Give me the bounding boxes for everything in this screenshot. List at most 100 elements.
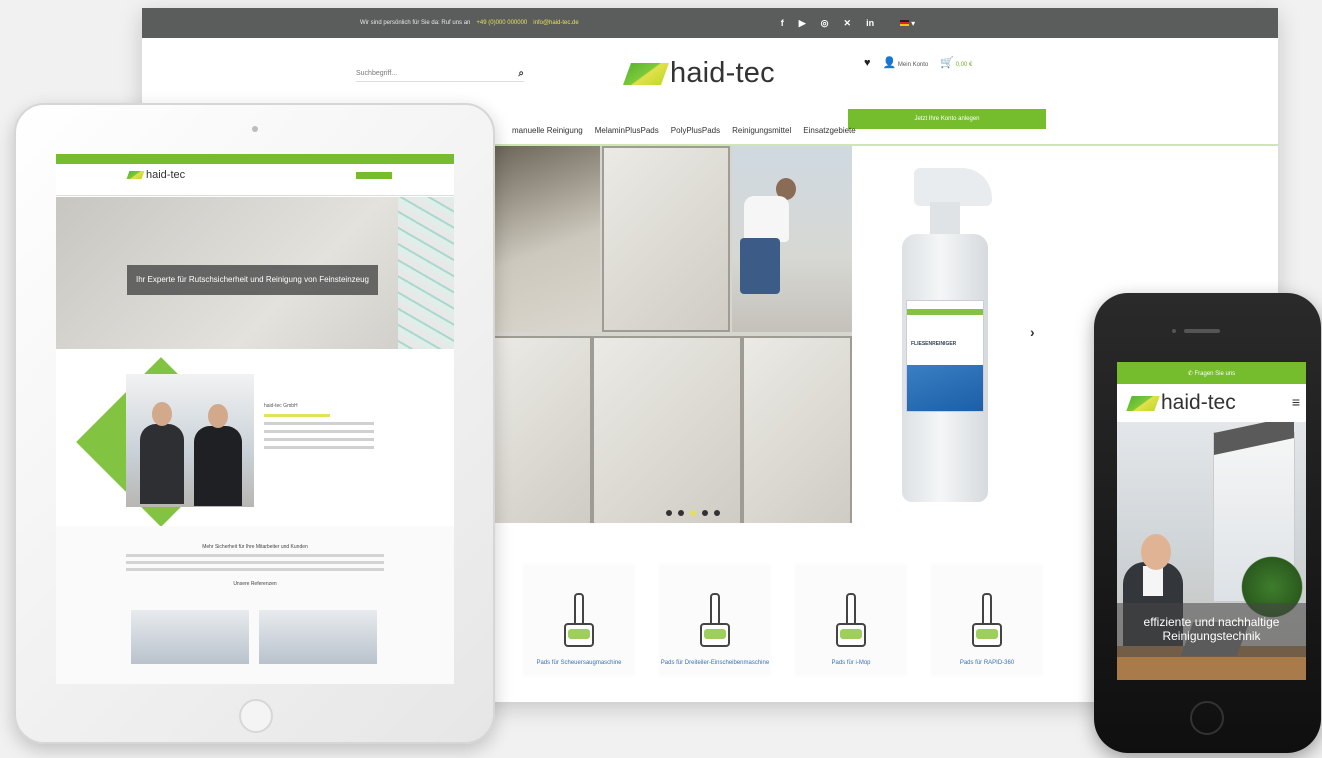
tablet-cta-button[interactable] xyxy=(356,171,393,179)
about-heading: haid-tec GmbH xyxy=(264,403,298,409)
cart-total: 0,00 € xyxy=(955,62,973,68)
search-box[interactable]: Suchbegriff... ⌕ xyxy=(356,66,524,82)
man-shirt xyxy=(1143,566,1163,596)
category-tile[interactable]: Pads für Scheuersaugmaschine xyxy=(524,565,634,675)
account-link[interactable]: 👤 Mein Konto xyxy=(883,56,929,69)
search-icon[interactable]: ⌕ xyxy=(518,68,524,79)
floor-tile-3 xyxy=(742,336,852,523)
tablet-screen: haid-tec Ihr Experte für Rutschsicherhei… xyxy=(56,154,454,684)
hero-image-worker xyxy=(732,146,852,332)
nav-item-poly-pads[interactable]: PolyPlusPads xyxy=(671,126,720,135)
category-tile[interactable]: Pads für RAPID-360 xyxy=(932,565,1042,675)
person-2 xyxy=(194,426,242,506)
user-icon: 👤 xyxy=(882,57,897,69)
reference-image[interactable] xyxy=(131,610,249,664)
main-nav: manuelle Reinigung MelaminPlusPads PolyP… xyxy=(512,126,856,135)
cart-link[interactable]: 🛒 0,00 € xyxy=(940,56,972,69)
text-line xyxy=(126,554,384,557)
tablet-nav xyxy=(56,186,454,196)
phone-hero-caption: effiziente und nachhaltige Reinigungstec… xyxy=(1117,603,1306,657)
text-line xyxy=(126,561,384,564)
team-photo xyxy=(126,374,254,507)
phone-header: haid-tec ≡ xyxy=(1117,384,1306,422)
nav-item-applications[interactable]: Einsatzgebiete xyxy=(803,126,855,135)
worker-shirt xyxy=(744,196,789,242)
category-label: Pads für i-Mop xyxy=(831,660,871,666)
about-text-block: haid-tec GmbH xyxy=(264,403,374,454)
floor-tile-2 xyxy=(592,336,742,523)
tablet-home-button xyxy=(239,699,273,733)
bottle-label: FLIESENREINIGER xyxy=(906,300,984,412)
slider-dots xyxy=(666,510,720,516)
phone-camera xyxy=(1172,329,1176,333)
spray-bottle-image: FLIESENREINIGER xyxy=(892,168,992,504)
topbar-contact: Wir sind persönlich für Sie da: Ruf uns … xyxy=(360,20,579,26)
slider-dot[interactable] xyxy=(666,510,672,516)
slider-dot[interactable] xyxy=(678,510,684,516)
text-line xyxy=(264,430,374,433)
phone-contact-bar[interactable]: ✆ Fragen Sie uns xyxy=(1117,362,1306,384)
bottle-neck xyxy=(930,202,960,238)
phone-logo-text[interactable]: haid-tec xyxy=(1161,391,1236,415)
logo-mark-icon xyxy=(1126,395,1160,411)
tablet-about-section: haid-tec GmbH xyxy=(56,349,454,527)
phone-screen: ✆ Fragen Sie uns haid-tec ≡ effiziente u… xyxy=(1117,362,1306,680)
header-icons: ♥ 👤 Mein Konto 🛒 0,00 € xyxy=(864,56,972,70)
youtube-icon[interactable]: ▶ xyxy=(799,18,806,29)
category-tile[interactable]: Pads für i-Mop xyxy=(796,565,906,675)
tablet-topbar xyxy=(56,154,454,164)
topbar-email-link[interactable]: info@haid-tec.de xyxy=(533,20,578,26)
hero-slider[interactable] xyxy=(492,146,852,523)
facebook-icon[interactable]: f xyxy=(781,18,784,29)
person-1 xyxy=(140,424,184,504)
reference-images xyxy=(131,610,377,664)
logo-mark-icon xyxy=(126,171,145,179)
instagram-icon[interactable]: ◎ xyxy=(821,18,829,29)
slider-dot-active[interactable] xyxy=(690,510,696,516)
slider-dot[interactable] xyxy=(714,510,720,516)
xing-icon[interactable]: ✕ xyxy=(844,18,852,29)
topbar-phone-link[interactable]: +49 (0)000 000000 xyxy=(476,20,527,26)
category-label: Pads für Dreiteiler-Einscheibenmaschine xyxy=(660,660,770,666)
desktop-topbar: Wir sind persönlich für Sie da: Ruf uns … xyxy=(142,8,1278,38)
towel-image xyxy=(398,197,454,349)
nav-item-melamin-pads[interactable]: MelaminPlusPads xyxy=(595,126,659,135)
text-line xyxy=(264,438,374,441)
imop-machine-icon xyxy=(832,593,870,649)
logo[interactable]: haid-tec xyxy=(622,57,775,90)
worker-jeans xyxy=(740,238,780,294)
tablet-mockup: haid-tec Ihr Experte für Rutschsicherhei… xyxy=(14,103,495,744)
phone-mockup: ✆ Fragen Sie uns haid-tec ≡ effiziente u… xyxy=(1094,293,1321,753)
account-label: Mein Konto xyxy=(897,62,929,68)
label-wave xyxy=(907,365,983,411)
create-account-button[interactable]: Jetzt Ihre Konto anlegen xyxy=(848,109,1046,129)
phone-speaker xyxy=(1184,329,1220,333)
reference-image[interactable] xyxy=(259,610,377,664)
tablet-camera xyxy=(252,126,258,132)
banner-stripe xyxy=(1214,422,1294,455)
tablet-hero-banner: Ihr Experte für Rutschsicherheit und Rei… xyxy=(127,265,378,295)
nav-item-cleaning-agents[interactable]: Reinigungsmittel xyxy=(732,126,791,135)
chevron-down-icon: ▾ xyxy=(911,18,916,28)
man-head xyxy=(1141,534,1171,570)
cart-icon: 🛒 xyxy=(940,57,954,69)
heart-icon[interactable]: ♥ xyxy=(864,57,871,69)
desktop-header: Suchbegriff... ⌕ haid-tec ♥ 👤 Mein Konto… xyxy=(142,38,1278,129)
hero-image-hand xyxy=(492,146,600,332)
tablet-more-section: Mehr Sicherheit für Ihre Mitarbeiter und… xyxy=(56,526,454,684)
nav-item-manual-cleaning[interactable]: manuelle Reinigung xyxy=(512,126,583,135)
category-tiles: Pads für Scheuersaugmaschine Pads für Dr… xyxy=(524,565,1042,675)
category-label: Pads für RAPID-360 xyxy=(959,660,1015,666)
logo-mark-icon xyxy=(622,62,670,85)
hero-image-tiles xyxy=(602,146,730,332)
search-input[interactable]: Suchbegriff... xyxy=(356,70,397,77)
slider-dot[interactable] xyxy=(702,510,708,516)
topbar-contact-text: Wir sind persönlich für Sie da: Ruf uns … xyxy=(360,20,471,26)
slider-next-icon[interactable]: › xyxy=(1030,324,1035,340)
linkedin-icon[interactable]: in xyxy=(866,18,874,29)
floor-tile-1 xyxy=(492,336,592,523)
hamburger-menu-icon[interactable]: ≡ xyxy=(1292,394,1300,410)
language-switcher[interactable]: ▾ xyxy=(900,19,915,28)
tablet-logo-text[interactable]: haid-tec xyxy=(146,169,185,181)
category-tile[interactable]: Pads für Dreiteiler-Einscheibenmaschine xyxy=(660,565,770,675)
